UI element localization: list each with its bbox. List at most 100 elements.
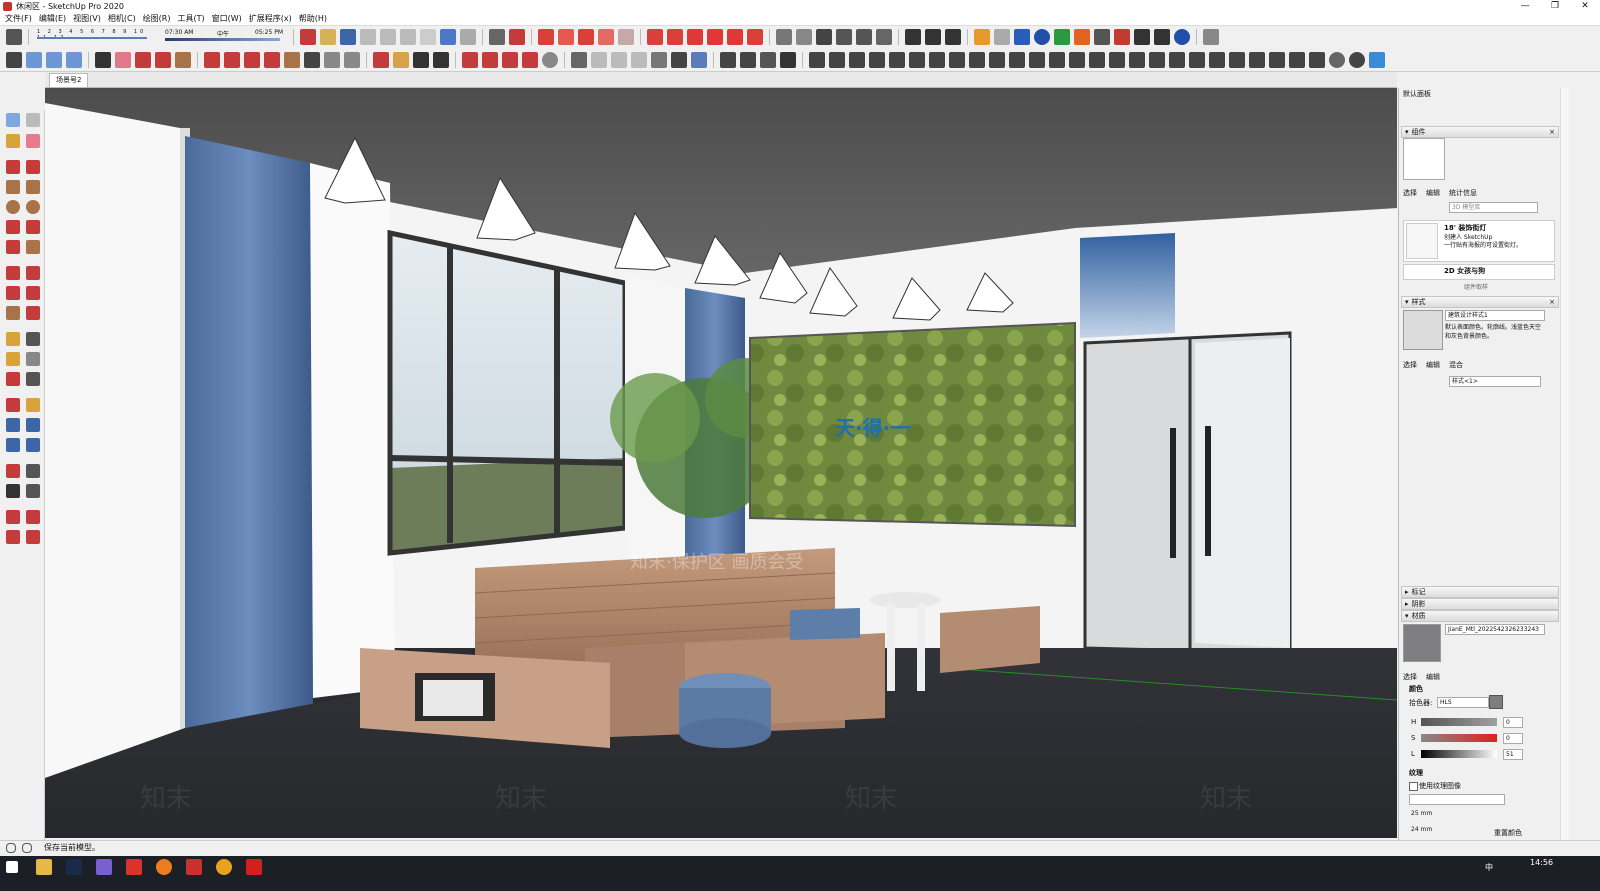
eraser-left-icon[interactable] bbox=[26, 134, 40, 148]
plugin-6-icon[interactable] bbox=[667, 29, 683, 45]
tab-edit[interactable]: 编辑 bbox=[1426, 360, 1440, 370]
zoom-left-icon[interactable] bbox=[6, 418, 20, 432]
menu-draw[interactable]: 绘图(R) bbox=[143, 13, 171, 24]
explorer-icon[interactable] bbox=[36, 859, 52, 875]
push-pull-icon[interactable] bbox=[204, 52, 220, 68]
component-tool-icon[interactable] bbox=[26, 113, 40, 127]
tree-icon[interactable] bbox=[1054, 29, 1070, 45]
rotated-rect-icon[interactable] bbox=[26, 180, 40, 194]
model-viewport[interactable]: 知末 知末 知末 知末 知末·保护区 画质会受 天·得·一 bbox=[45, 88, 1397, 838]
tags-section-header[interactable]: ▸ 标记 bbox=[1401, 586, 1559, 598]
styles-section-header[interactable]: ▾ 样式 × bbox=[1401, 296, 1559, 308]
materials-section-header[interactable]: ▾ 材质 bbox=[1401, 610, 1559, 622]
warehouse-2-icon[interactable] bbox=[462, 52, 478, 68]
acrobat-icon[interactable] bbox=[246, 859, 262, 875]
redo-icon[interactable] bbox=[460, 29, 476, 45]
style-xray-icon[interactable] bbox=[571, 52, 587, 68]
zoom-icon[interactable] bbox=[413, 52, 429, 68]
delete-icon[interactable] bbox=[420, 29, 436, 45]
style-texture-icon[interactable] bbox=[651, 52, 667, 68]
tool-n-icon[interactable] bbox=[1069, 52, 1085, 68]
text-left-icon[interactable] bbox=[26, 352, 40, 366]
view-front-icon[interactable] bbox=[66, 52, 82, 68]
dimension-icon[interactable] bbox=[26, 332, 40, 346]
stair-icon[interactable] bbox=[720, 52, 736, 68]
close-icon[interactable]: × bbox=[1549, 297, 1555, 307]
paste-icon[interactable] bbox=[400, 29, 416, 45]
tool-b-icon[interactable] bbox=[829, 52, 845, 68]
shadow-date-slider[interactable]: 1 2 3 4 5 6 7 8 9 10 11 12 bbox=[37, 29, 157, 45]
checker-icon[interactable] bbox=[1094, 29, 1110, 45]
close-icon[interactable]: × bbox=[1549, 127, 1555, 137]
plugin-14-icon[interactable] bbox=[1074, 29, 1090, 45]
plugin-10-icon[interactable] bbox=[925, 29, 941, 45]
shadows-section-header[interactable]: ▸ 阴影 bbox=[1401, 598, 1559, 610]
tool-p-icon[interactable] bbox=[1109, 52, 1125, 68]
close-button[interactable]: ✕ bbox=[1570, 0, 1600, 12]
chrome-icon[interactable] bbox=[216, 859, 232, 875]
tool-d-icon[interactable] bbox=[869, 52, 885, 68]
plugin-5-icon[interactable] bbox=[647, 29, 663, 45]
reset-color-button[interactable]: 重置颜色 bbox=[1494, 828, 1522, 838]
save-icon[interactable] bbox=[340, 29, 356, 45]
extension-icon[interactable] bbox=[502, 52, 518, 68]
zoom-extents-left-icon[interactable] bbox=[6, 438, 20, 452]
color-picker-select[interactable]: HLS bbox=[1437, 697, 1489, 708]
material-name-field[interactable]: JianE_Mtl_2022542326233243 bbox=[1445, 624, 1545, 635]
scale-left-icon[interactable] bbox=[6, 306, 20, 320]
pushpull-left-icon[interactable] bbox=[26, 266, 40, 280]
book-icon[interactable] bbox=[796, 29, 812, 45]
plugin-1-icon[interactable] bbox=[538, 29, 554, 45]
position-camera-icon[interactable] bbox=[6, 464, 20, 478]
zoom-window-icon[interactable] bbox=[26, 418, 40, 432]
menu-window[interactable]: 窗口(W) bbox=[212, 13, 242, 24]
previous-view-icon[interactable] bbox=[26, 438, 40, 452]
tool-w-icon[interactable] bbox=[1249, 52, 1265, 68]
move-left-icon[interactable] bbox=[6, 266, 20, 280]
scale-icon[interactable] bbox=[264, 52, 280, 68]
tool-h-icon[interactable] bbox=[949, 52, 965, 68]
cut-icon[interactable] bbox=[360, 29, 376, 45]
style-dropdown[interactable]: 样式<1> bbox=[1449, 376, 1541, 387]
arc-2-icon[interactable] bbox=[26, 220, 40, 234]
pan-icon[interactable] bbox=[393, 52, 409, 68]
section-icon[interactable] bbox=[26, 484, 40, 498]
column-icon[interactable] bbox=[740, 52, 756, 68]
warehouse-icon[interactable] bbox=[776, 29, 792, 45]
hide-icon[interactable] bbox=[1203, 29, 1219, 45]
select-arrow-icon[interactable] bbox=[6, 113, 20, 127]
plugin-12-icon[interactable] bbox=[974, 29, 990, 45]
house-icon[interactable] bbox=[856, 29, 872, 45]
plugin-3-icon[interactable] bbox=[578, 29, 594, 45]
style-color-icon[interactable] bbox=[691, 52, 707, 68]
menu-tools[interactable]: 工具(T) bbox=[178, 13, 205, 24]
axes-icon[interactable] bbox=[6, 372, 20, 386]
extension-left-icon[interactable] bbox=[6, 530, 20, 544]
texture-path-input[interactable] bbox=[1409, 794, 1505, 805]
style-mono-icon[interactable] bbox=[671, 52, 687, 68]
tool-s-icon[interactable] bbox=[1169, 52, 1185, 68]
s-slider[interactable] bbox=[1421, 734, 1497, 742]
plugin-2-icon[interactable] bbox=[558, 29, 574, 45]
line-tool-icon[interactable] bbox=[6, 160, 20, 174]
plugin-8-icon[interactable] bbox=[707, 29, 723, 45]
eraser-icon[interactable] bbox=[115, 52, 131, 68]
plugin-9-icon[interactable] bbox=[727, 29, 743, 45]
tool-k-icon[interactable] bbox=[1009, 52, 1025, 68]
disc-icon[interactable] bbox=[1329, 52, 1345, 68]
geo-info-icon[interactable] bbox=[6, 843, 16, 853]
minimize-button[interactable]: — bbox=[1510, 0, 1540, 12]
tool-r-icon[interactable] bbox=[1149, 52, 1165, 68]
plugin-7-icon[interactable] bbox=[687, 29, 703, 45]
style-hidden-icon[interactable] bbox=[611, 52, 627, 68]
add-icon[interactable] bbox=[1034, 29, 1050, 45]
circle-icon[interactable] bbox=[6, 200, 20, 214]
protractor-icon[interactable] bbox=[6, 352, 20, 366]
tool-i-icon[interactable] bbox=[969, 52, 985, 68]
component-icon[interactable] bbox=[836, 29, 852, 45]
chart-icon[interactable] bbox=[780, 52, 796, 68]
ruby-left-icon[interactable] bbox=[26, 530, 40, 544]
orbit-left-icon[interactable] bbox=[6, 398, 20, 412]
tab-select[interactable]: 选择 bbox=[1403, 360, 1417, 370]
ime-indicator[interactable]: 中 bbox=[1485, 862, 1493, 873]
